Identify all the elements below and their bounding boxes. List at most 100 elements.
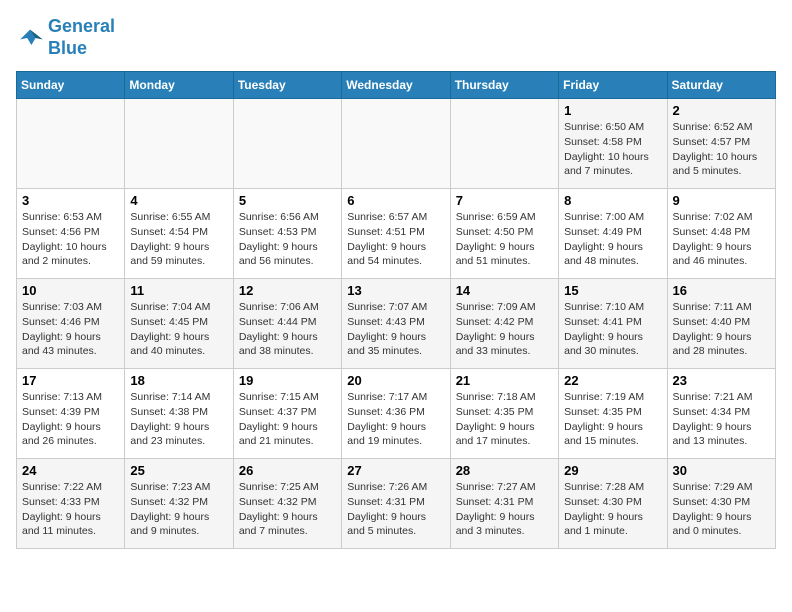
day-info: Sunrise: 6:50 AM Sunset: 4:58 PM Dayligh… [564, 120, 661, 179]
day-info: Sunrise: 7:14 AM Sunset: 4:38 PM Dayligh… [130, 390, 227, 449]
day-number: 19 [239, 373, 336, 388]
day-info: Sunrise: 7:29 AM Sunset: 4:30 PM Dayligh… [673, 480, 770, 539]
calendar-cell: 9 Sunrise: 7:02 AM Sunset: 4:48 PM Daylig… [667, 189, 775, 279]
calendar-cell [233, 99, 341, 189]
day-info: Sunrise: 7:06 AM Sunset: 4:44 PM Dayligh… [239, 300, 336, 359]
weekday-header-sunday: Sunday [17, 72, 125, 99]
day-number: 14 [456, 283, 553, 298]
calendar-cell: 5Sunrise: 6:56 AM Sunset: 4:53 PM Daylig… [233, 189, 341, 279]
day-number: 18 [130, 373, 227, 388]
weekday-header-tuesday: Tuesday [233, 72, 341, 99]
weekday-header-monday: Monday [125, 72, 233, 99]
day-number: 9 [673, 193, 770, 208]
day-info: Sunrise: 6:52 AM Sunset: 4:57 PM Dayligh… [673, 120, 770, 179]
day-info: Sunrise: 7:22 AM Sunset: 4:33 PM Dayligh… [22, 480, 119, 539]
day-info: Sunrise: 7:11 AM Sunset: 4:40 PM Dayligh… [673, 300, 770, 359]
calendar-cell: 21 Sunrise: 7:18 AM Sunset: 4:35 PM Dayli… [450, 369, 558, 459]
day-info: Sunrise: 7:17 AM Sunset: 4:36 PM Dayligh… [347, 390, 444, 449]
day-number: 13 [347, 283, 444, 298]
day-number: 30 [673, 463, 770, 478]
calendar-cell: 12 Sunrise: 7:06 AM Sunset: 4:44 PM Dayli… [233, 279, 341, 369]
calendar-cell: 15 Sunrise: 7:10 AM Sunset: 4:41 PM Dayli… [559, 279, 667, 369]
calendar-cell: 18 Sunrise: 7:14 AM Sunset: 4:38 PM Dayli… [125, 369, 233, 459]
calendar-cell: 16 Sunrise: 7:11 AM Sunset: 4:40 PM Dayli… [667, 279, 775, 369]
weekday-header-saturday: Saturday [667, 72, 775, 99]
calendar-cell: 27 Sunrise: 7:26 AM Sunset: 4:31 PM Dayli… [342, 459, 450, 549]
day-number: 15 [564, 283, 661, 298]
calendar-week-row: 24 Sunrise: 7:22 AM Sunset: 4:33 PM Dayli… [17, 459, 776, 549]
calendar-cell: 29Sunrise: 7:28 AM Sunset: 4:30 PM Dayli… [559, 459, 667, 549]
calendar-table: SundayMondayTuesdayWednesdayThursdayFrid… [16, 71, 776, 549]
day-number: 26 [239, 463, 336, 478]
day-number: 7 [456, 193, 553, 208]
calendar-cell [342, 99, 450, 189]
calendar-cell: 28 Sunrise: 7:27 AM Sunset: 4:31 PM Dayli… [450, 459, 558, 549]
day-info: Sunrise: 7:10 AM Sunset: 4:41 PM Dayligh… [564, 300, 661, 359]
calendar-cell: 3Sunrise: 6:53 AM Sunset: 4:56 PM Daylig… [17, 189, 125, 279]
calendar-cell: 24 Sunrise: 7:22 AM Sunset: 4:33 PM Dayli… [17, 459, 125, 549]
calendar-cell: 2 Sunrise: 6:52 AM Sunset: 4:57 PM Daylig… [667, 99, 775, 189]
day-info: Sunrise: 7:27 AM Sunset: 4:31 PM Dayligh… [456, 480, 553, 539]
day-number: 12 [239, 283, 336, 298]
day-number: 28 [456, 463, 553, 478]
calendar-cell: 30 Sunrise: 7:29 AM Sunset: 4:30 PM Dayli… [667, 459, 775, 549]
day-number: 21 [456, 373, 553, 388]
day-number: 22 [564, 373, 661, 388]
day-info: Sunrise: 7:13 AM Sunset: 4:39 PM Dayligh… [22, 390, 119, 449]
day-number: 17 [22, 373, 119, 388]
day-info: Sunrise: 7:19 AM Sunset: 4:35 PM Dayligh… [564, 390, 661, 449]
day-number: 25 [130, 463, 227, 478]
day-number: 24 [22, 463, 119, 478]
day-number: 10 [22, 283, 119, 298]
day-number: 1 [564, 103, 661, 118]
day-number: 8 [564, 193, 661, 208]
page-header: General Blue [16, 16, 776, 59]
weekday-header-thursday: Thursday [450, 72, 558, 99]
calendar-cell: 19Sunrise: 7:15 AM Sunset: 4:37 PM Dayli… [233, 369, 341, 459]
calendar-cell: 23Sunrise: 7:21 AM Sunset: 4:34 PM Dayli… [667, 369, 775, 459]
day-info: Sunrise: 7:18 AM Sunset: 4:35 PM Dayligh… [456, 390, 553, 449]
day-number: 20 [347, 373, 444, 388]
calendar-cell: 11 Sunrise: 7:04 AM Sunset: 4:45 PM Dayli… [125, 279, 233, 369]
day-info: Sunrise: 7:03 AM Sunset: 4:46 PM Dayligh… [22, 300, 119, 359]
day-number: 3 [22, 193, 119, 208]
calendar-week-row: 3Sunrise: 6:53 AM Sunset: 4:56 PM Daylig… [17, 189, 776, 279]
calendar-cell: 14 Sunrise: 7:09 AM Sunset: 4:42 PM Dayli… [450, 279, 558, 369]
calendar-cell [17, 99, 125, 189]
day-info: Sunrise: 7:00 AM Sunset: 4:49 PM Dayligh… [564, 210, 661, 269]
day-number: 4 [130, 193, 227, 208]
calendar-cell [125, 99, 233, 189]
day-number: 2 [673, 103, 770, 118]
day-number: 16 [673, 283, 770, 298]
calendar-cell: 4 Sunrise: 6:55 AM Sunset: 4:54 PM Daylig… [125, 189, 233, 279]
calendar-week-row: 17 Sunrise: 7:13 AM Sunset: 4:39 PM Dayli… [17, 369, 776, 459]
weekday-header-friday: Friday [559, 72, 667, 99]
day-info: Sunrise: 7:21 AM Sunset: 4:34 PM Dayligh… [673, 390, 770, 449]
day-info: Sunrise: 6:59 AM Sunset: 4:50 PM Dayligh… [456, 210, 553, 269]
day-info: Sunrise: 7:07 AM Sunset: 4:43 PM Dayligh… [347, 300, 444, 359]
calendar-cell: 7 Sunrise: 6:59 AM Sunset: 4:50 PM Daylig… [450, 189, 558, 279]
calendar-week-row: 1 Sunrise: 6:50 AM Sunset: 4:58 PM Daylig… [17, 99, 776, 189]
calendar-cell: 25Sunrise: 7:23 AM Sunset: 4:32 PM Dayli… [125, 459, 233, 549]
calendar-cell: 20 Sunrise: 7:17 AM Sunset: 4:36 PM Dayli… [342, 369, 450, 459]
logo-bird-icon [16, 24, 44, 52]
calendar-week-row: 10 Sunrise: 7:03 AM Sunset: 4:46 PM Dayli… [17, 279, 776, 369]
day-info: Sunrise: 7:02 AM Sunset: 4:48 PM Dayligh… [673, 210, 770, 269]
day-info: Sunrise: 6:55 AM Sunset: 4:54 PM Dayligh… [130, 210, 227, 269]
weekday-header-wednesday: Wednesday [342, 72, 450, 99]
calendar-cell: 17 Sunrise: 7:13 AM Sunset: 4:39 PM Dayli… [17, 369, 125, 459]
weekday-header-row: SundayMondayTuesdayWednesdayThursdayFrid… [17, 72, 776, 99]
calendar-cell: 1 Sunrise: 6:50 AM Sunset: 4:58 PM Daylig… [559, 99, 667, 189]
day-info: Sunrise: 6:57 AM Sunset: 4:51 PM Dayligh… [347, 210, 444, 269]
day-number: 27 [347, 463, 444, 478]
day-info: Sunrise: 7:04 AM Sunset: 4:45 PM Dayligh… [130, 300, 227, 359]
logo: General Blue [16, 16, 115, 59]
calendar-cell: 13 Sunrise: 7:07 AM Sunset: 4:43 PM Dayli… [342, 279, 450, 369]
day-number: 11 [130, 283, 227, 298]
calendar-cell: 26Sunrise: 7:25 AM Sunset: 4:32 PM Dayli… [233, 459, 341, 549]
day-number: 6 [347, 193, 444, 208]
day-number: 29 [564, 463, 661, 478]
day-info: Sunrise: 7:09 AM Sunset: 4:42 PM Dayligh… [456, 300, 553, 359]
day-info: Sunrise: 6:56 AM Sunset: 4:53 PM Dayligh… [239, 210, 336, 269]
day-info: Sunrise: 7:26 AM Sunset: 4:31 PM Dayligh… [347, 480, 444, 539]
